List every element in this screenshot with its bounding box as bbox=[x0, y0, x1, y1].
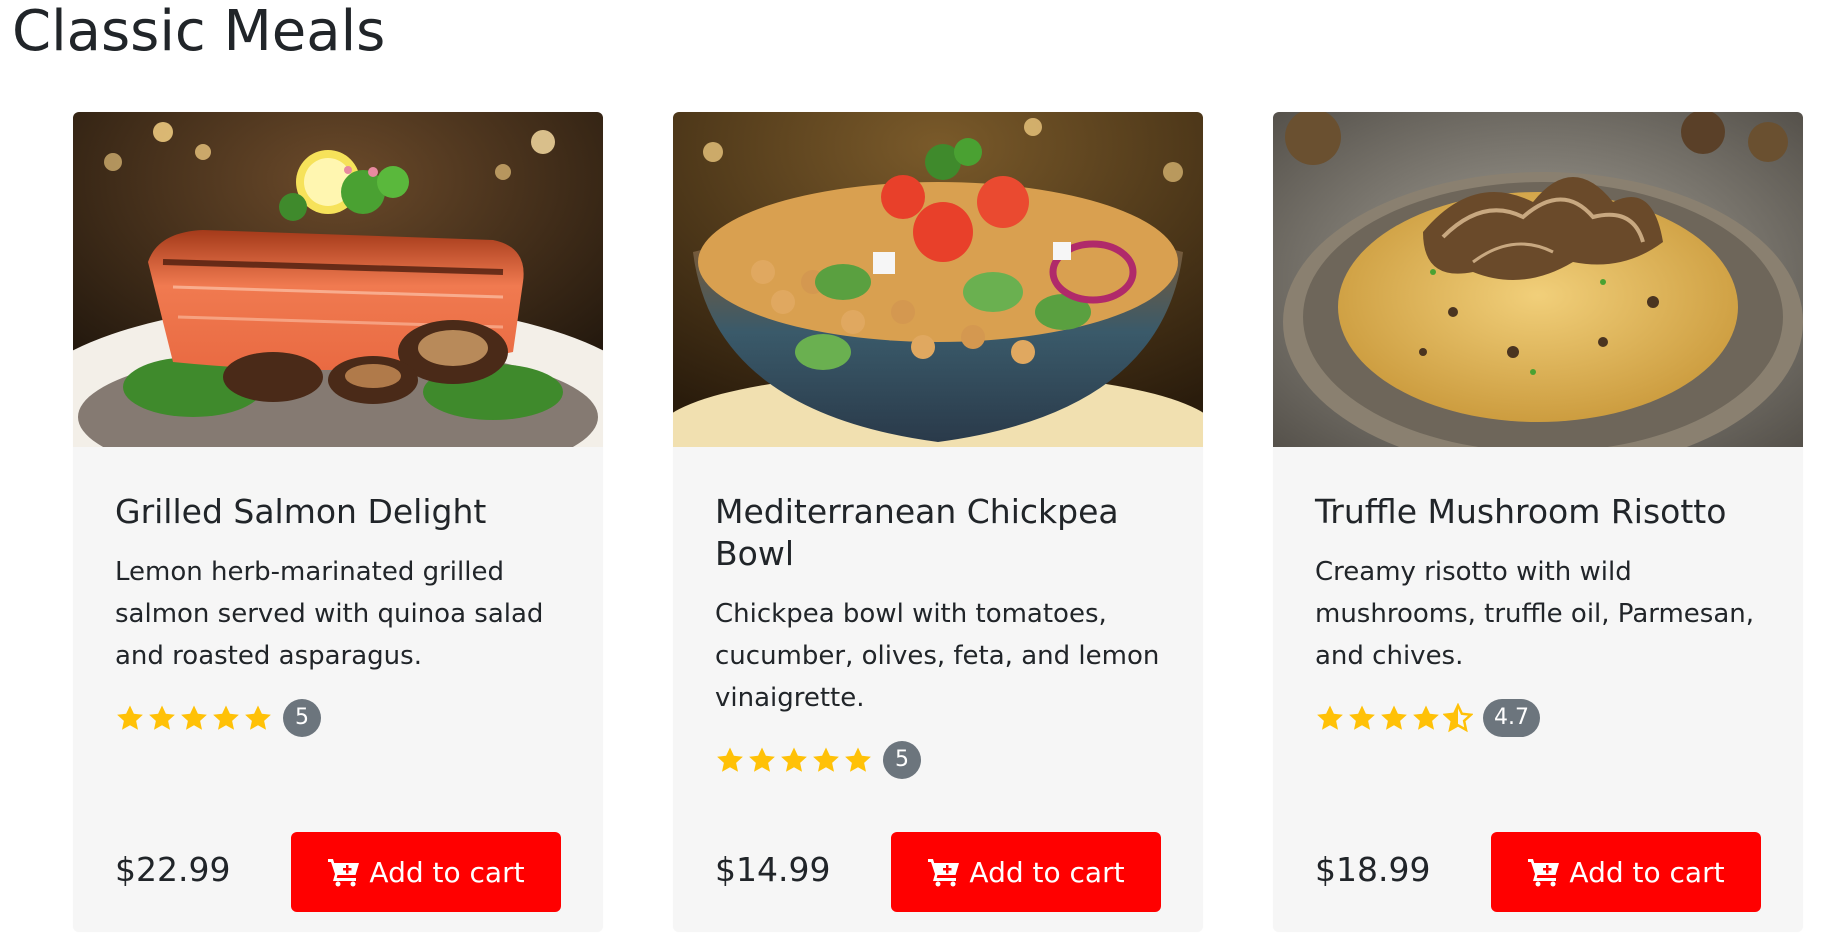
meal-cards: Grilled Salmon Delight Lemon herb-marina… bbox=[73, 112, 1803, 932]
star-full-icon bbox=[845, 747, 871, 772]
salmon-dish-image bbox=[73, 112, 603, 447]
rating: 5 bbox=[115, 699, 561, 737]
meal-price: $22.99 bbox=[115, 849, 231, 889]
meal-title: Truffle Mushroom Risotto bbox=[1315, 492, 1727, 531]
meal-image bbox=[1273, 112, 1803, 447]
star-full-icon bbox=[117, 705, 143, 730]
cart-plus-icon bbox=[1528, 859, 1560, 887]
cart-plus-icon bbox=[928, 859, 960, 887]
chickpea-bowl-image bbox=[673, 112, 1203, 447]
meal-title: Grilled Salmon Delight bbox=[115, 492, 487, 531]
rating-badge: 5 bbox=[883, 741, 921, 779]
section-title: Classic Meals bbox=[12, 0, 386, 64]
add-to-cart-label: Add to cart bbox=[969, 855, 1125, 889]
card-footer: $22.99 Add to cart bbox=[115, 826, 561, 912]
star-half-icon bbox=[1443, 703, 1473, 733]
star-full-icon bbox=[749, 747, 775, 772]
meal-card: Grilled Salmon Delight Lemon herb-marina… bbox=[73, 112, 603, 932]
star-full-icon bbox=[181, 705, 207, 730]
add-to-cart-label: Add to cart bbox=[1569, 855, 1725, 889]
meal-price: $14.99 bbox=[715, 849, 831, 889]
rating-stars bbox=[115, 703, 273, 733]
rating-stars bbox=[715, 745, 873, 775]
meal-description: Chickpea bowl with tomatoes, cucumber, o… bbox=[715, 599, 1160, 713]
star-full-icon bbox=[1317, 705, 1343, 730]
meal-description: Lemon herb-marinated grilled salmon serv… bbox=[115, 557, 544, 671]
card-footer: $18.99 Add to cart bbox=[1315, 826, 1761, 912]
star-full-icon bbox=[1349, 705, 1375, 730]
cart-plus-icon bbox=[328, 859, 360, 887]
add-to-cart-button[interactable]: Add to cart bbox=[891, 832, 1161, 912]
rating: 4.7 bbox=[1315, 699, 1761, 737]
star-full-icon bbox=[213, 705, 239, 730]
star-full-icon bbox=[1413, 705, 1439, 730]
star-full-icon bbox=[1381, 705, 1407, 730]
add-to-cart-button[interactable]: Add to cart bbox=[291, 832, 561, 912]
star-full-icon bbox=[813, 747, 839, 772]
rating-badge: 4.7 bbox=[1483, 699, 1540, 737]
star-full-icon bbox=[245, 705, 271, 730]
rating-badge: 5 bbox=[283, 699, 321, 737]
meal-image bbox=[673, 112, 1203, 447]
meal-card: Mediterranean Chickpea Bowl Chickpea bow… bbox=[673, 112, 1203, 932]
meal-image bbox=[73, 112, 603, 447]
star-full-icon bbox=[149, 705, 175, 730]
add-to-cart-button[interactable]: Add to cart bbox=[1491, 832, 1761, 912]
meal-price: $18.99 bbox=[1315, 849, 1431, 889]
rating: 5 bbox=[715, 741, 1161, 779]
meal-card: Truffle Mushroom Risotto Creamy risotto … bbox=[1273, 112, 1803, 932]
add-to-cart-label: Add to cart bbox=[369, 855, 525, 889]
risotto-image bbox=[1273, 112, 1803, 447]
star-full-icon bbox=[781, 747, 807, 772]
meal-description: Creamy risotto with wild mushrooms, truf… bbox=[1315, 557, 1755, 671]
rating-stars bbox=[1315, 703, 1473, 733]
card-footer: $14.99 Add to cart bbox=[715, 826, 1161, 912]
star-full-icon bbox=[717, 747, 743, 772]
meal-title: Mediterranean Chickpea Bowl bbox=[715, 492, 1119, 573]
